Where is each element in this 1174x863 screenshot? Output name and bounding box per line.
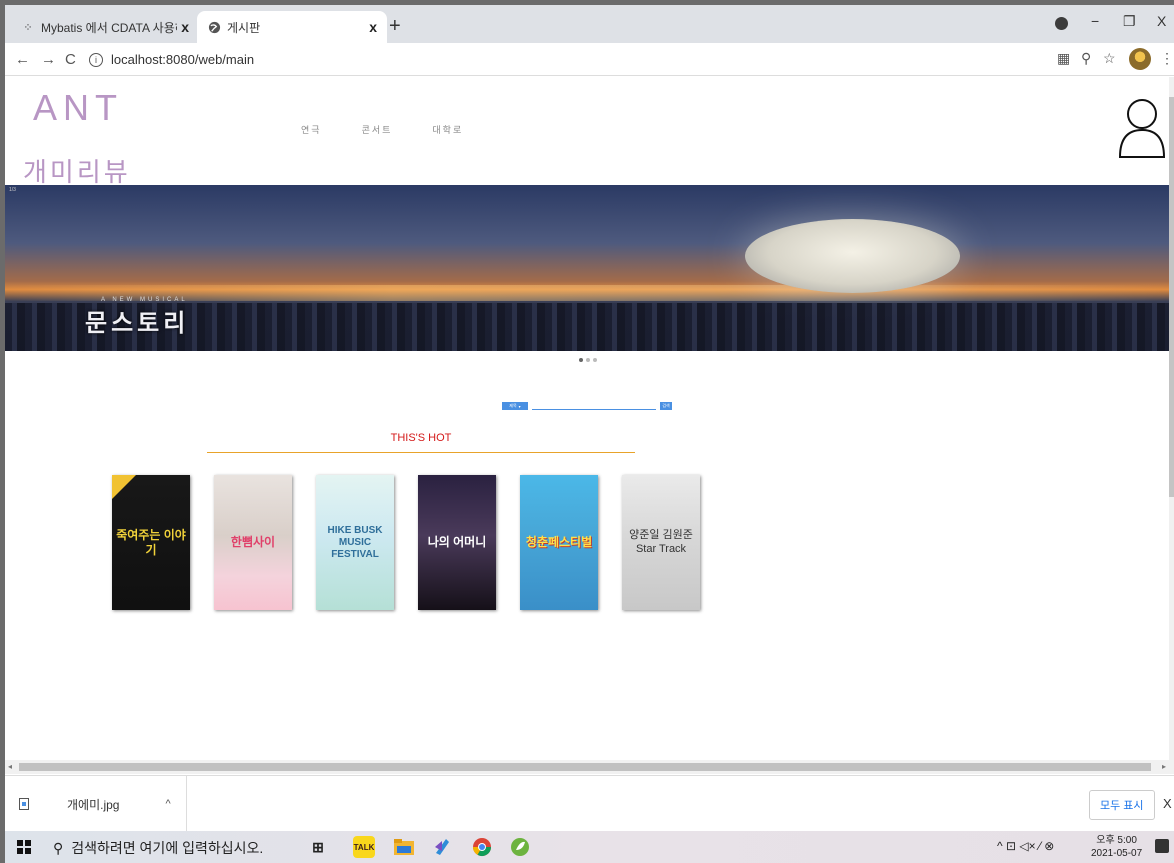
profile-avatar[interactable] (1129, 48, 1151, 70)
bookmark-star-icon[interactable]: ☆ (1103, 50, 1116, 67)
search-button[interactable]: 검색 (660, 402, 672, 410)
windows-start-icon[interactable] (17, 840, 31, 854)
clock-time: 오후 5:00 (1096, 835, 1137, 846)
back-icon[interactable]: ← (15, 51, 30, 68)
task-view-icon[interactable]: ⊞ (307, 836, 329, 858)
site-logo-en[interactable]: ANT (33, 87, 123, 129)
search-icon: ⚲ (53, 839, 64, 856)
qr-code-icon[interactable]: ▦ (1057, 50, 1070, 67)
search-form: 제목 ▾ 검색 (502, 402, 672, 410)
poster-card[interactable]: 죽여주는 이야기 (112, 475, 190, 610)
clock-date: 2021-05-07 (1091, 848, 1143, 859)
browser-window: ⁘ Mybatis 에서 CDATA 사용하기 : x 게시판 x + − ❐ … (5, 5, 1174, 863)
url-text: localhost:8080/web/main (111, 52, 255, 67)
new-tab-button[interactable]: + (389, 15, 401, 38)
search-input[interactable] (532, 402, 656, 410)
taskbar-clock[interactable]: 오후 5:00 2021-05-07 (1091, 834, 1142, 860)
taskbar-search[interactable]: ⚲ 검색하려면 여기에 입력하십시오. (53, 838, 263, 858)
system-tray[interactable]: ^ ⊡ ◁× ⁄ ⊗ (997, 839, 1054, 853)
taskbar: ⚲ 검색하려면 여기에 입력하십시오. ⊞ TALK ^ ⊡ ◁× ⁄ ⊗ 오후… (5, 831, 1174, 863)
horizontal-scrollbar[interactable]: ◂ ▸ (5, 760, 1174, 774)
banner-dot[interactable] (593, 358, 597, 362)
forward-icon[interactable]: → (41, 51, 56, 68)
banner-pagination (579, 358, 597, 362)
chevron-down-icon: ▾ (518, 403, 521, 409)
tab-board[interactable]: 게시판 x (197, 11, 387, 43)
poster-title: 한뼘사이 (230, 535, 276, 550)
zoom-icon[interactable]: ⚲ (1081, 50, 1091, 67)
site-info-icon[interactable]: i (89, 52, 103, 67)
reload-icon[interactable]: C (65, 51, 76, 68)
restore-button[interactable]: ❐ (1123, 13, 1136, 30)
horizontal-scroll-thumb[interactable] (19, 763, 1151, 771)
poster-card[interactable]: 나의 어머니 (418, 475, 496, 610)
tab-close-icon[interactable]: x (181, 19, 189, 35)
spring-tool-icon[interactable] (509, 836, 531, 858)
poster-card[interactable]: 한뼘사이 (214, 475, 292, 610)
profile-indicator-icon[interactable] (1055, 17, 1068, 30)
search-type-select[interactable]: 제목 ▾ (502, 402, 528, 410)
poster-card[interactable]: HIKE BUSK MUSIC FESTIVAL (316, 475, 394, 610)
banner-dot[interactable] (586, 358, 590, 362)
download-bar: 개에미.jpg ^ 모두 표시 X (5, 775, 1174, 832)
download-filename: 개에미.jpg (67, 797, 120, 812)
tab-mybatis[interactable]: ⁘ Mybatis 에서 CDATA 사용하기 : x (11, 11, 199, 43)
vertical-scrollbar[interactable] (1169, 77, 1174, 760)
poster-card[interactable]: 양준일 김원준 Star Track (622, 475, 700, 610)
kakaotalk-icon[interactable]: TALK (353, 836, 375, 858)
chrome-icon[interactable] (471, 836, 493, 858)
poster-title: 죽여주는 이야기 (116, 528, 186, 557)
web-page: ANT 개미리뷰 연극 콘서트 대학로 1/3 A NEW MUSICAL 문스… (5, 77, 1169, 760)
image-file-icon (19, 798, 29, 810)
nav-item-daehakro[interactable]: 대학로 (432, 123, 463, 136)
user-icon[interactable] (1117, 97, 1167, 159)
menu-icon[interactable]: ⋮ (1160, 50, 1174, 67)
banner-counter: 1/3 (9, 187, 16, 193)
poster-title: 청춘페스티벌 (525, 535, 593, 550)
banner-moon-image (745, 219, 960, 293)
vscode-like-app-icon[interactable] (431, 836, 453, 858)
show-all-downloads-button[interactable]: 모두 표시 (1089, 790, 1155, 820)
hot-section-title: THIS'S HOT (207, 432, 635, 453)
scroll-right-icon[interactable]: ▸ (1162, 762, 1166, 771)
search-type-value: 제목 (509, 403, 517, 408)
hero-banner[interactable]: 1/3 A NEW MUSICAL 문스토리 (5, 185, 1169, 351)
site-logo-kr[interactable]: 개미리뷰 (23, 152, 131, 189)
globe-icon (207, 20, 221, 34)
file-explorer-icon[interactable] (393, 836, 415, 858)
poster-card[interactable]: 청춘페스티벌 (520, 475, 598, 610)
url-field[interactable]: i localhost:8080/web/main (89, 47, 1049, 72)
vertical-scroll-thumb[interactable] (1169, 97, 1174, 497)
nav-item-theater[interactable]: 연극 (301, 123, 322, 136)
minimize-button[interactable]: − (1091, 13, 1099, 29)
site-favicon-icon: ⁘ (23, 21, 33, 34)
tab-close-icon[interactable]: x (369, 19, 377, 35)
main-nav: 연극 콘서트 대학로 (301, 123, 463, 136)
nav-item-concert[interactable]: 콘서트 (362, 123, 393, 136)
tab-title: 게시판 (227, 20, 261, 35)
close-window-button[interactable]: X (1157, 13, 1166, 29)
tab-bar: ⁘ Mybatis 에서 CDATA 사용하기 : x 게시판 x + − ❐ … (5, 5, 1174, 43)
poster-title: 나의 어머니 (427, 535, 487, 550)
taskbar-search-placeholder: 검색하려면 여기에 입력하십시오. (71, 840, 264, 856)
close-download-bar-icon[interactable]: X (1163, 796, 1172, 811)
scroll-left-icon[interactable]: ◂ (8, 762, 12, 771)
chevron-up-icon[interactable]: ^ (165, 798, 170, 810)
poster-title: 양준일 김원준 Star Track (629, 529, 693, 555)
poster-title: HIKE BUSK MUSIC FESTIVAL (327, 524, 383, 560)
address-bar: ← → C i localhost:8080/web/main ▦ ⚲ ☆ ⋮ (5, 43, 1174, 76)
banner-dot[interactable] (579, 358, 583, 362)
banner-title: 문스토리 (85, 310, 190, 337)
download-item[interactable]: 개에미.jpg ^ (5, 776, 187, 832)
notification-center-icon[interactable] (1155, 839, 1169, 853)
tab-title: Mybatis 에서 CDATA 사용하기 : (41, 20, 177, 35)
